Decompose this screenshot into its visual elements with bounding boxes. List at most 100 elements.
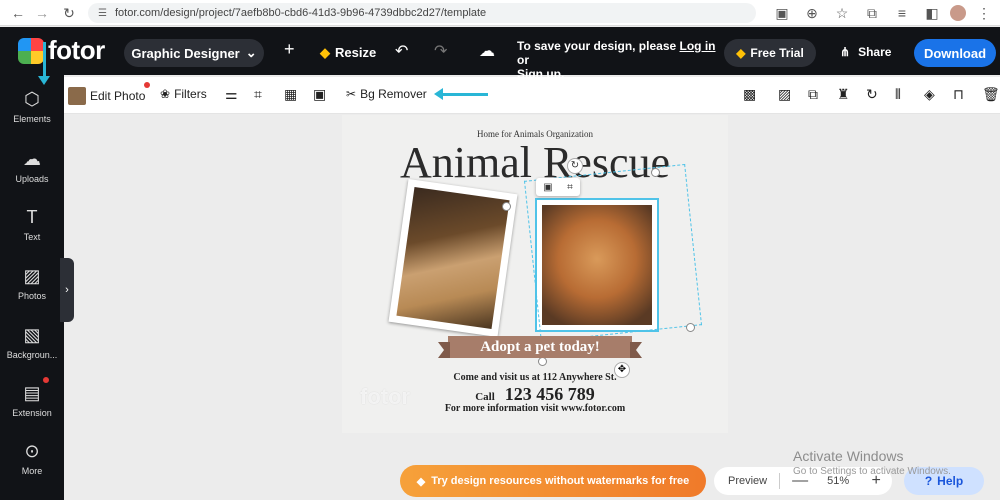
annotation-arrow-left bbox=[434, 88, 488, 100]
align-icon[interactable]: ⫴ bbox=[895, 86, 901, 103]
save-prompt: To save your design, please Log in or Si… bbox=[517, 39, 717, 81]
resize-button[interactable]: ◆ Resize bbox=[320, 45, 376, 61]
login-link[interactable]: Log in bbox=[680, 39, 716, 53]
adjust-icon[interactable]: ⚌ bbox=[225, 86, 238, 103]
cast-icon[interactable]: ▣ bbox=[770, 1, 794, 25]
watermark-free-promo-button[interactable]: ◆ Try design resources without watermark… bbox=[400, 465, 706, 497]
sidebar-item-label: Extension bbox=[12, 408, 52, 418]
transparency-icon[interactable]: ▦ bbox=[284, 86, 297, 103]
fotor-watermark: fotor bbox=[360, 384, 411, 409]
site-info-icon[interactable]: ☰ bbox=[98, 8, 107, 19]
filters-label: Filters bbox=[174, 87, 207, 101]
sidebar-item-text[interactable]: T Text bbox=[0, 207, 64, 242]
save-prompt-text: To save your design, please bbox=[517, 39, 677, 53]
extensions-icon[interactable]: ⧉ bbox=[860, 1, 884, 25]
address-bar[interactable]: ☰ fotor.com/design/project/7aefb8b0-cbd6… bbox=[88, 3, 756, 23]
sidebar-item-label: Photos bbox=[17, 291, 47, 301]
notification-dot bbox=[43, 377, 49, 383]
sidebar-item-label: Backgroun... bbox=[6, 350, 58, 360]
duplicate-icon[interactable]: ⧉ bbox=[808, 86, 818, 103]
fotor-logo-mark-icon bbox=[18, 37, 44, 64]
chevron-down-icon: ⌄ bbox=[245, 45, 257, 60]
free-trial-button[interactable]: ◆ Free Trial bbox=[724, 39, 816, 67]
forward-icon[interactable]: → bbox=[30, 1, 54, 25]
sidebar-item-backgrounds[interactable]: ▧ Backgroun... bbox=[0, 325, 64, 360]
add-icon[interactable]: + bbox=[284, 39, 295, 60]
profile-avatar[interactable] bbox=[950, 5, 966, 21]
bookmark-star-icon[interactable]: ☆ bbox=[830, 1, 854, 25]
product-switcher-button[interactable]: Graphic Designer ⌄ bbox=[124, 39, 264, 67]
diamond-icon: ◆ bbox=[320, 45, 330, 60]
sidebar-item-label: More bbox=[21, 466, 43, 476]
browser-toolbar: ← → ↻ ☰ fotor.com/design/project/7aefb8b… bbox=[0, 0, 1000, 26]
fotor-logo[interactable]: fotor bbox=[18, 35, 105, 66]
rotate-icon[interactable]: ↻ bbox=[567, 158, 583, 174]
adopt-ribbon[interactable]: Adopt a pet today! bbox=[438, 336, 642, 358]
sidebar-item-extension[interactable]: ▤ Extension bbox=[0, 383, 64, 418]
undo-icon[interactable]: ↶ bbox=[395, 41, 408, 61]
app-header: fotor Graphic Designer ⌄ + ◆ Resize ↶ ↷ ☁… bbox=[0, 27, 1000, 81]
chevron-right-icon: › bbox=[65, 284, 69, 296]
url-text: fotor.com/design/project/7aefb8b0-cbd6-4… bbox=[114, 7, 487, 19]
promo-label: Try design resources without watermarks … bbox=[431, 475, 690, 487]
sidebar-item-label: Text bbox=[23, 232, 41, 242]
text-icon: T bbox=[26, 207, 38, 227]
address-text[interactable]: Come and visit us at 112 Anywhere St. bbox=[342, 372, 728, 383]
more-icon: ⊙ bbox=[24, 441, 40, 461]
bg-remover-button[interactable]: ✂ Bg Remover bbox=[346, 87, 427, 101]
preview-button[interactable]: Preview bbox=[728, 475, 767, 487]
edit-photo-button[interactable]: Edit Photo bbox=[68, 87, 145, 105]
sidebar-item-label: Uploads bbox=[15, 174, 49, 184]
flip-icon[interactable]: ↻ bbox=[866, 86, 878, 103]
photo-toolbar: Edit Photo ❀ Filters ⚌ ⌗ ▦ ▣ ✂ Bg Remove… bbox=[64, 77, 1000, 114]
format-painter-icon[interactable]: ♜ bbox=[837, 86, 850, 103]
resize-handle[interactable] bbox=[651, 168, 660, 177]
image-icon[interactable]: ▨ bbox=[778, 86, 791, 103]
dog-photo-frame[interactable] bbox=[388, 179, 518, 337]
extension-icon: ▤ bbox=[23, 383, 41, 403]
sidebar-item-uploads[interactable]: ☁ Uploads bbox=[0, 149, 64, 184]
logo-text: fotor bbox=[48, 35, 105, 65]
sidebar-item-more[interactable]: ⊙ More bbox=[0, 441, 64, 476]
share-label: Share bbox=[858, 45, 892, 59]
filters-icon: ❀ bbox=[160, 87, 171, 101]
resize-handle[interactable] bbox=[538, 357, 547, 366]
photo-thumbnail bbox=[68, 87, 86, 105]
activate-windows-title: Activate Windows bbox=[793, 448, 904, 464]
back-icon[interactable]: ← bbox=[6, 1, 30, 25]
resize-handle[interactable] bbox=[686, 323, 695, 332]
lock-icon[interactable]: ⊓ bbox=[953, 86, 964, 103]
sidebar-item-elements[interactable]: ⬡ Elements bbox=[0, 89, 64, 124]
photo-icon: ▨ bbox=[23, 266, 41, 286]
download-button[interactable]: Download bbox=[914, 39, 996, 67]
filters-button[interactable]: ❀ Filters bbox=[160, 87, 207, 101]
layers-icon[interactable]: ◈ bbox=[924, 86, 935, 103]
resize-label: Resize bbox=[335, 45, 377, 60]
annotation-arrow-down bbox=[38, 42, 50, 85]
free-trial-label: Free Trial bbox=[750, 46, 804, 60]
replace-image-icon[interactable]: ▣ bbox=[543, 182, 552, 193]
share-icon: ⋔ bbox=[840, 45, 851, 59]
upload-icon: ☁ bbox=[23, 149, 41, 169]
zoom-icon[interactable]: ⊕ bbox=[800, 1, 824, 25]
panel-expand-handle[interactable]: › bbox=[60, 258, 74, 322]
share-button[interactable]: ⋔ Share bbox=[840, 45, 891, 59]
elements-icon: ⬡ bbox=[24, 89, 40, 109]
cloud-save-icon[interactable]: ☁ bbox=[479, 41, 495, 61]
sidebar-item-photos[interactable]: ▨ Photos bbox=[0, 266, 64, 301]
media-icon[interactable]: ≡ bbox=[890, 1, 914, 25]
quick-actions: ▣ ⌗ bbox=[536, 178, 580, 196]
resize-handle[interactable] bbox=[502, 202, 511, 211]
product-switcher-label: Graphic Designer bbox=[131, 45, 240, 61]
redo-icon[interactable]: ↷ bbox=[434, 41, 447, 61]
replace-image-icon[interactable]: ▣ bbox=[313, 86, 326, 103]
layer-style-icon[interactable]: ▩ bbox=[743, 86, 756, 103]
sidepanel-icon[interactable]: ◧ bbox=[920, 1, 944, 25]
divider bbox=[779, 473, 781, 489]
crop-icon[interactable]: ⌗ bbox=[254, 86, 262, 103]
reload-icon[interactable]: ↻ bbox=[57, 1, 81, 25]
delete-icon[interactable]: 🗑 bbox=[982, 86, 1000, 103]
crop-icon[interactable]: ⌗ bbox=[567, 182, 573, 193]
browser-menu-icon[interactable]: ⋮ bbox=[972, 1, 996, 25]
save-prompt-or: or bbox=[517, 53, 529, 67]
